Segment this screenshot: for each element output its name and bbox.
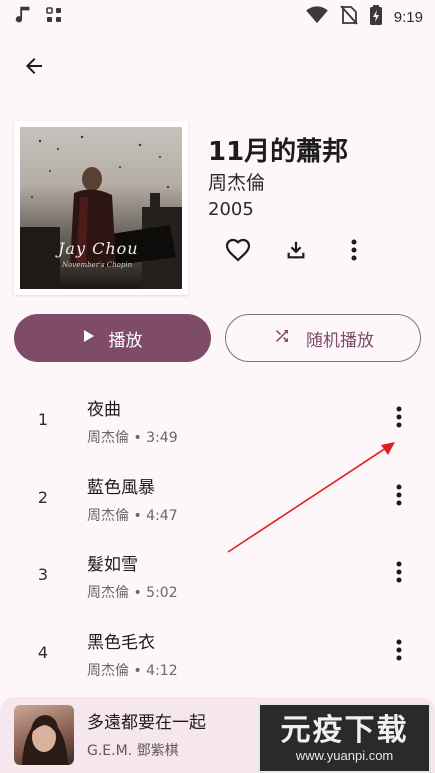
album-art: Jay Chou November's Chopin xyxy=(20,127,182,289)
track-row[interactable]: 1 夜曲 周杰倫 • 3:49 xyxy=(0,381,435,459)
status-bar: 9:19 xyxy=(0,0,435,34)
track-number: 3 xyxy=(37,565,49,584)
album-artist: 周杰倫 xyxy=(208,172,266,194)
heart-icon xyxy=(225,238,251,266)
track-number: 1 xyxy=(37,410,49,429)
track-number: 4 xyxy=(37,642,49,662)
track-more-button[interactable] xyxy=(384,477,414,517)
cover-album-text: November's Chopin xyxy=(62,261,133,269)
track-list: 1 夜曲 周杰倫 • 3:49 2 藍色風暴 周杰倫 • 4:47 3 髮如雪 … xyxy=(0,381,435,691)
track-title: 夜曲 xyxy=(87,400,121,420)
more-vert-icon xyxy=(396,561,402,587)
shuffle-label: 随机播放 xyxy=(306,330,374,351)
watermark: 元疫下载 www.yuanpi.com xyxy=(258,703,431,773)
music-note-icon xyxy=(12,4,34,30)
grid-icon xyxy=(46,7,62,27)
album-more-button[interactable] xyxy=(336,234,372,270)
favorite-button[interactable] xyxy=(220,234,256,270)
album-cover: Jay Chou November's Chopin xyxy=(14,121,188,295)
track-subtitle: 周杰倫 • 5:02 xyxy=(87,585,178,601)
mini-player-artist: G.E.M. 鄧紫棋 xyxy=(87,743,179,759)
download-icon xyxy=(285,239,307,265)
track-more-button[interactable] xyxy=(384,554,414,594)
track-subtitle: 周杰倫 • 4:47 xyxy=(87,507,178,524)
wifi-icon xyxy=(305,6,328,28)
mini-player-title: 多遠都要在一起 xyxy=(87,713,206,733)
track-title: 藍色風暴 xyxy=(87,477,155,498)
no-sim-icon xyxy=(340,5,358,29)
watermark-main: 元疫下载 xyxy=(280,712,409,748)
watermark-url: www.yuanpi.com xyxy=(295,747,394,763)
track-more-button[interactable] xyxy=(384,399,414,439)
arrow-back-icon xyxy=(22,54,46,82)
shuffle-button[interactable]: 随机播放 xyxy=(225,314,421,362)
play-label: 播放 xyxy=(108,330,143,351)
battery-charging-icon xyxy=(369,5,382,29)
track-title: 黑色毛衣 xyxy=(87,632,155,653)
more-vert-icon xyxy=(351,239,357,265)
more-vert-icon xyxy=(396,639,402,665)
track-more-button[interactable] xyxy=(384,632,414,672)
album-title: 11月的蕭邦 xyxy=(208,137,349,167)
track-row[interactable]: 2 藍色風暴 周杰倫 • 4:47 xyxy=(0,459,435,537)
track-row[interactable]: 4 黑色毛衣 周杰倫 • 4:12 xyxy=(0,614,435,692)
mini-player-artwork xyxy=(14,705,74,765)
shuffle-icon xyxy=(272,327,292,350)
album-year: 2005 xyxy=(208,199,254,220)
track-row[interactable]: 3 髮如雪 周杰倫 • 5:02 xyxy=(0,536,435,614)
back-button[interactable] xyxy=(14,48,54,88)
cover-artist-text: Jay Chou xyxy=(58,239,139,258)
more-vert-icon xyxy=(396,484,402,510)
track-number: 2 xyxy=(37,487,49,507)
track-subtitle: 周杰倫 • 4:12 xyxy=(87,662,178,679)
track-subtitle: 周杰倫 • 3:49 xyxy=(87,430,178,446)
more-vert-icon xyxy=(396,406,402,432)
track-title: 髮如雪 xyxy=(87,555,138,575)
album-actions xyxy=(220,234,394,270)
download-button[interactable] xyxy=(278,234,314,270)
play-icon xyxy=(83,328,95,348)
play-button[interactable]: 播放 xyxy=(14,314,211,362)
status-time: 9:19 xyxy=(393,8,423,26)
